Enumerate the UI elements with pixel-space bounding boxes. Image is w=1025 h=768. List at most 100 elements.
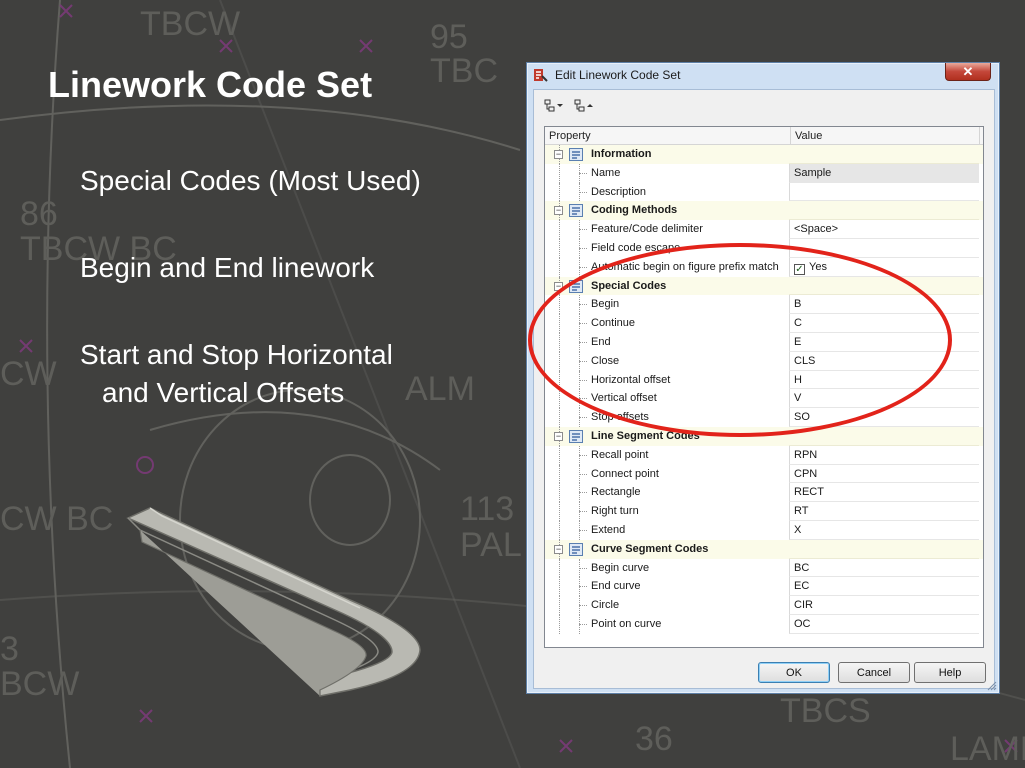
svg-text:PAL: PAL: [460, 526, 522, 564]
tree-line: [579, 247, 587, 249]
property-row[interactable]: Horizontal offset H: [545, 370, 983, 390]
help-button[interactable]: Help: [914, 662, 986, 683]
dialog-titlebar[interactable]: Edit Linework Code Set ✕: [527, 63, 999, 87]
property-row[interactable]: Automatic begin on figure prefix match ✓ Y…: [545, 257, 983, 277]
property-row[interactable]: Circle CIR: [545, 596, 983, 615]
tree-line: [579, 229, 587, 231]
property-value[interactable]: ✓ Yes: [789, 257, 979, 277]
property-category-row[interactable]: − Line Segment Codes: [545, 426, 983, 446]
property-value[interactable]: C: [789, 314, 979, 333]
property-name: Continue: [591, 317, 636, 330]
tree-line: [579, 191, 587, 193]
property-row[interactable]: Description: [545, 182, 983, 202]
property-row[interactable]: Close CLS: [545, 351, 983, 371]
property-row[interactable]: Name Sample: [545, 163, 983, 183]
collapse-icon[interactable]: −: [554, 281, 563, 291]
property-name: Vertical offset: [591, 392, 657, 405]
property-name: Feature/Code delimiter: [591, 223, 703, 236]
property-value[interactable]: SO: [789, 408, 979, 427]
property-row[interactable]: Begin curve BC: [545, 558, 983, 578]
collapse-icon[interactable]: −: [554, 431, 563, 441]
property-row[interactable]: Rectangle RECT: [545, 483, 983, 503]
close-button[interactable]: ✕: [945, 63, 991, 81]
property-value[interactable]: OC: [789, 614, 979, 634]
dialog-client-area: Property Value − Information Name Sample Des…: [533, 89, 995, 689]
svg-text:CW BC: CW BC: [0, 500, 113, 538]
property-row[interactable]: End E: [545, 332, 983, 352]
svg-text:86: 86: [20, 195, 58, 233]
property-value[interactable]: <Space>: [789, 220, 979, 239]
column-divider[interactable]: [790, 127, 791, 145]
property-category-row[interactable]: − Coding Methods: [545, 201, 983, 221]
tree-line: [559, 351, 560, 371]
tree-line: [559, 445, 560, 465]
tree-line: [559, 220, 560, 239]
checkbox-icon[interactable]: ✓: [794, 263, 805, 275]
property-value[interactable]: Sample: [789, 163, 979, 183]
property-value[interactable]: CIR: [789, 596, 979, 615]
property-row[interactable]: Continue C: [545, 314, 983, 333]
value-column-header[interactable]: Value: [795, 130, 822, 142]
property-value[interactable]: V: [789, 389, 979, 409]
svg-text:TBC: TBC: [430, 52, 498, 90]
property-value[interactable]: EC: [789, 577, 979, 597]
property-value[interactable]: E: [789, 332, 979, 352]
property-value-text: RT: [794, 505, 809, 518]
property-value[interactable]: BC: [789, 558, 979, 578]
collapse-all-button[interactable]: [572, 96, 596, 116]
tree-line: [559, 314, 560, 333]
property-value-text: X: [794, 523, 802, 536]
property-row[interactable]: Begin B: [545, 295, 983, 315]
property-column-header[interactable]: Property: [549, 130, 591, 142]
property-row[interactable]: Stop offsets SO: [545, 408, 983, 427]
property-name: Begin: [591, 298, 620, 311]
expand-all-button[interactable]: [542, 96, 566, 116]
svg-text:ALM: ALM: [405, 370, 475, 408]
property-value[interactable]: RPN: [789, 445, 979, 465]
property-value[interactable]: CPN: [789, 464, 979, 484]
tree-line: [579, 360, 587, 362]
tree-line: [559, 238, 560, 258]
property-category-row[interactable]: − Information: [545, 145, 983, 164]
property-row[interactable]: End curve EC: [545, 577, 983, 597]
collapse-icon[interactable]: −: [554, 206, 563, 216]
tree-line: [579, 341, 587, 343]
property-value-text: RECT: [794, 486, 824, 499]
category-icon: [569, 542, 583, 556]
property-value[interactable]: RECT: [789, 483, 979, 503]
property-value[interactable]: [789, 238, 979, 258]
resize-grip-icon[interactable]: [987, 681, 997, 691]
tree-line: [559, 596, 560, 615]
collapse-icon[interactable]: −: [554, 150, 563, 159]
property-value[interactable]: RT: [789, 502, 979, 521]
property-category-row[interactable]: − Curve Segment Codes: [545, 539, 983, 559]
property-name: Recall point: [591, 448, 649, 461]
property-category-row[interactable]: − Special Codes: [545, 276, 983, 296]
property-row[interactable]: Extend X: [545, 520, 983, 540]
property-row[interactable]: Recall point RPN: [545, 445, 983, 465]
collapse-icon[interactable]: −: [554, 544, 563, 554]
property-row[interactable]: Field code escape: [545, 238, 983, 258]
collapse-all-icon: [574, 99, 593, 112]
svg-text:BCW: BCW: [0, 665, 79, 703]
property-row[interactable]: Vertical offset V: [545, 389, 983, 409]
tree-line: [559, 558, 560, 578]
ok-button[interactable]: OK: [758, 662, 830, 683]
cancel-button[interactable]: Cancel: [838, 662, 910, 683]
property-value[interactable]: B: [789, 295, 979, 315]
property-row[interactable]: Right turn RT: [545, 502, 983, 521]
property-value-text: CPN: [794, 467, 818, 480]
tree-line: [559, 257, 560, 277]
property-value[interactable]: CLS: [789, 351, 979, 371]
property-value[interactable]: H: [789, 370, 979, 390]
property-value[interactable]: X: [789, 520, 979, 540]
property-row[interactable]: Point on curve OC: [545, 614, 983, 634]
property-value[interactable]: [789, 182, 979, 202]
property-row[interactable]: Feature/Code delimiter <Space>: [545, 220, 983, 239]
slide-title: Linework Code Set: [48, 64, 373, 105]
property-name: Extend: [591, 523, 626, 536]
property-row[interactable]: Connect point CPN: [545, 464, 983, 484]
property-name: Point on curve: [591, 617, 662, 630]
property-name: Rectangle: [591, 486, 641, 499]
category-icon: [569, 279, 583, 293]
